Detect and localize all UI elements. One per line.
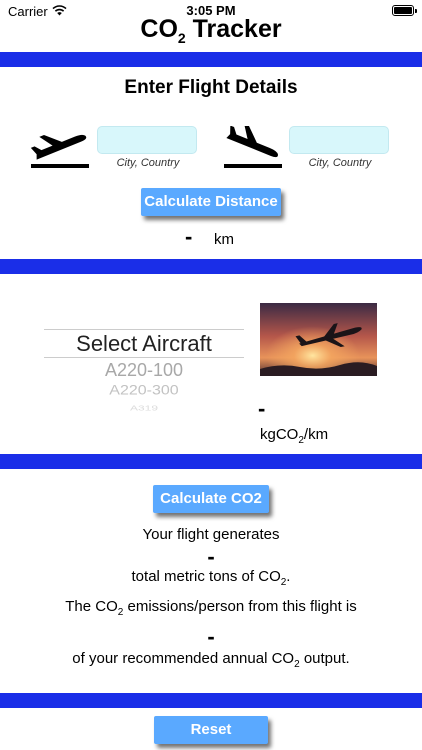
arrival-hint: City, Country bbox=[308, 157, 372, 169]
total-tons-text: total metric tons of CO2. bbox=[0, 568, 422, 588]
emission-value: - bbox=[258, 396, 266, 421]
calculate-co2-button[interactable]: Calculate CO2 bbox=[153, 485, 269, 513]
divider-4 bbox=[0, 693, 422, 708]
divider-2 bbox=[0, 259, 422, 274]
per-person-prefix: The CO bbox=[65, 598, 118, 615]
emission-unit: kgCO2/km bbox=[260, 426, 328, 446]
per-person-suffix: emissions/person from this flight is bbox=[123, 598, 357, 615]
picker-option[interactable]: A220-300 bbox=[44, 383, 244, 399]
picker-selected[interactable]: Select Aircraft bbox=[44, 331, 244, 357]
divider-3 bbox=[0, 454, 422, 469]
total-value: - bbox=[207, 544, 215, 569]
emission-unit-prefix: kgCO bbox=[260, 426, 299, 443]
emission-unit-suffix: /km bbox=[303, 426, 329, 443]
app-title-prefix: CO bbox=[140, 15, 178, 43]
picker-option[interactable]: A220-100 bbox=[44, 360, 244, 381]
departure-city-input[interactable] bbox=[97, 126, 197, 154]
picker-option[interactable]: A319 bbox=[44, 404, 244, 412]
annual-text: of your recommended annual CO2 output. bbox=[0, 650, 422, 670]
landing-icon bbox=[224, 126, 282, 168]
takeoff-icon bbox=[30, 134, 89, 168]
app-title-subscript: 2 bbox=[177, 30, 186, 46]
generates-text: Your flight generates bbox=[142, 526, 280, 543]
distance-unit: km bbox=[214, 231, 234, 248]
airplane-sunset-photo bbox=[260, 303, 377, 376]
annual-suffix: output. bbox=[299, 650, 350, 667]
app-title: CO2 Tracker bbox=[0, 15, 422, 46]
distance-value: - bbox=[185, 224, 193, 249]
annual-prefix: of your recommended annual CO bbox=[72, 650, 295, 667]
per-person-value: - bbox=[207, 624, 215, 649]
total-tons-suffix: . bbox=[286, 568, 291, 585]
section-title: Enter Flight Details bbox=[124, 77, 298, 98]
total-tons-prefix: total metric tons of CO bbox=[131, 568, 281, 585]
arrival-city-input[interactable] bbox=[289, 126, 389, 154]
divider-top bbox=[0, 52, 422, 67]
aircraft-picker[interactable]: Select Aircraft A220-100 A220-300 A319 bbox=[44, 329, 244, 414]
departure-hint: City, Country bbox=[116, 157, 180, 169]
calculate-distance-button[interactable]: Calculate Distance bbox=[141, 188, 281, 216]
app-title-suffix: Tracker bbox=[185, 15, 282, 43]
reset-button[interactable]: Reset bbox=[154, 716, 268, 744]
per-person-text: The CO2 emissions/person from this fligh… bbox=[0, 598, 422, 618]
